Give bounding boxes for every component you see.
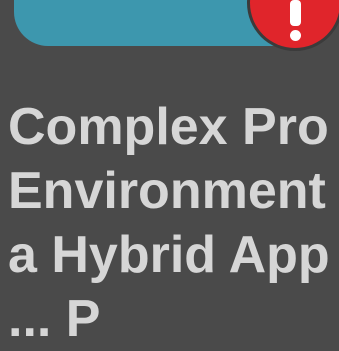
headline-line-3: a Hybrid App: [8, 226, 330, 284]
alert-dot: [290, 30, 301, 41]
headline-line-1: Complex Pro: [8, 98, 329, 156]
headline-line-2: Environment: [8, 162, 326, 220]
article-headline: Complex Pro Environment a Hybrid App ...…: [8, 95, 339, 351]
exclamation-alert-icon: [290, 0, 301, 26]
headline-line-4: ... P: [8, 290, 101, 348]
